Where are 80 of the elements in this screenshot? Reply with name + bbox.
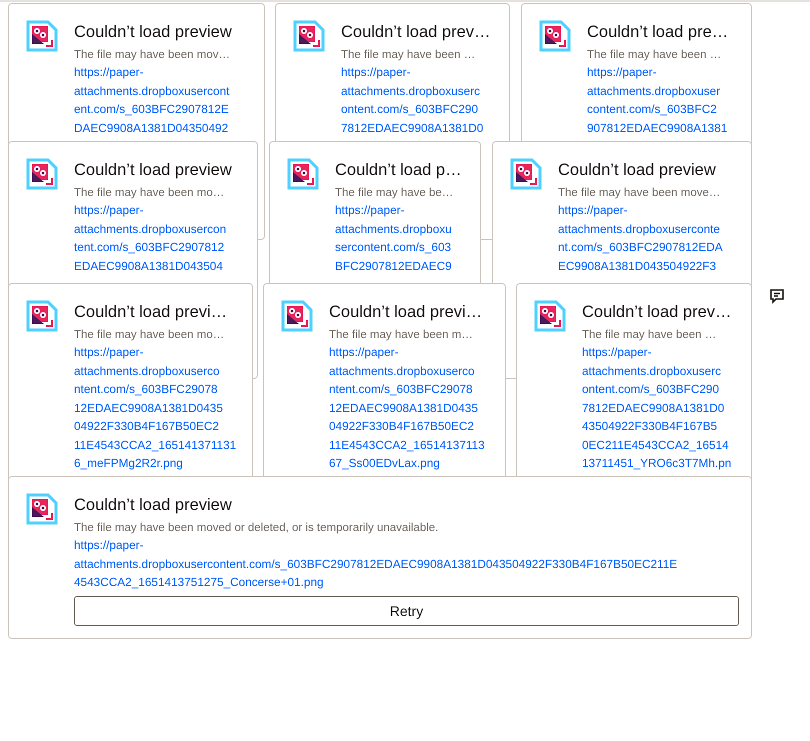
broken-file-icon <box>287 158 319 190</box>
error-message: The file may have been move… <box>558 186 722 201</box>
file-link[interactable]: 11E4543CCA2_16514137113 <box>329 436 493 454</box>
file-link[interactable]: EDAEC9908A1381D043504 <box>74 256 245 275</box>
file-link[interactable]: 4543CCA2_1651413751275_Concerse+01.png <box>74 573 739 592</box>
file-link[interactable]: attachments.dropboxu <box>335 220 468 238</box>
card-title: Couldn’t load p… <box>335 160 463 181</box>
error-message: The file may have been mo… <box>74 186 226 201</box>
card-title: Couldn’t load previ… <box>74 302 228 323</box>
file-link[interactable]: https://paper- <box>74 201 245 220</box>
file-link[interactable]: 04922F330B4F167B50EC2 <box>329 417 493 436</box>
card-title: Couldn’t load prev… <box>341 22 492 43</box>
file-link[interactable]: DAEC9908A1381D04350492 <box>74 118 252 137</box>
card-title: Couldn’t load preview <box>558 160 717 181</box>
file-link[interactable]: ontent.com/s_603BFC290 <box>582 380 739 398</box>
file-link[interactable]: 12EDAEC9908A1381D0435 <box>74 398 240 417</box>
file-link[interactable]: 67_Ss00EDvLax.png <box>329 454 493 472</box>
file-link[interactable]: attachments.dropboxuserc <box>582 362 739 380</box>
file-link[interactable]: https://paper- <box>558 201 739 220</box>
file-link[interactable]: BFC2907812EDAEC9 <box>335 256 468 275</box>
file-link[interactable]: EC9908A1381D043504922F3 <box>558 256 739 275</box>
file-link[interactable]: https://paper- <box>582 343 739 362</box>
file-link[interactable]: 907812EDAEC9908A1381 <box>587 118 739 137</box>
broken-file-icon <box>26 493 58 525</box>
broken-file-icon <box>510 158 542 190</box>
broken-file-icon <box>26 20 58 52</box>
broken-file-icon <box>26 158 58 190</box>
error-message: The file may have been … <box>582 328 718 343</box>
file-link[interactable]: sercontent.com/s_603 <box>335 238 468 256</box>
file-link[interactable]: attachments.dropboxusercon <box>74 220 245 238</box>
file-link[interactable]: tent.com/s_603BFC2907812 <box>74 238 245 256</box>
comment-icon[interactable] <box>769 288 785 304</box>
file-link[interactable]: https://paper- <box>74 343 240 362</box>
broken-file-icon <box>534 300 566 332</box>
error-message: The file may have been mo… <box>74 328 226 343</box>
file-link[interactable]: 6_meFPMg2R2r.png <box>74 454 240 472</box>
broken-file-icon <box>293 20 325 52</box>
error-message: The file may have been m… <box>329 328 474 343</box>
file-link[interactable]: 04922F330B4F167B50EC2 <box>74 417 240 436</box>
error-message: The file may have been moved or deleted, or is temporarily unavailable. <box>74 521 440 536</box>
file-link[interactable]: https://paper- <box>341 63 497 82</box>
broken-file-icon <box>281 300 313 332</box>
card-title: Couldn’t load preview <box>74 495 233 516</box>
file-link[interactable]: ntent.com/s_603BFC29078 <box>74 380 240 398</box>
error-message: The file may have be… <box>335 186 454 201</box>
file-link[interactable]: 7812EDAEC9908A1381D0 <box>341 118 497 137</box>
card-title: Couldn’t load preview <box>74 22 233 43</box>
error-message: The file may have been … <box>587 48 722 63</box>
retry-button[interactable]: Retry <box>74 596 739 626</box>
file-link[interactable]: nt.com/s_603BFC2907812EDA <box>558 238 739 256</box>
file-link[interactable]: 0EC211E4543CCA2_16514 <box>582 436 739 454</box>
broken-file-icon <box>539 20 571 52</box>
file-link[interactable]: 12EDAEC9908A1381D0435 <box>329 398 493 417</box>
card-title: Couldn’t load preview <box>74 160 233 181</box>
file-link[interactable]: attachments.dropboxusercont <box>74 82 252 100</box>
file-link[interactable]: content.com/s_603BFC2 <box>587 100 739 118</box>
file-link[interactable]: attachments.dropboxuserconte <box>558 220 739 238</box>
file-link[interactable]: 7812EDAEC9908A1381D0 <box>582 398 739 417</box>
file-link[interactable]: attachments.dropboxuser <box>587 82 739 100</box>
file-link[interactable]: 13711451_YRO6c3T7Mh.pn <box>582 454 739 472</box>
error-message: The file may have been … <box>341 48 476 63</box>
file-link[interactable]: https://paper- <box>329 343 493 362</box>
file-link[interactable]: attachments.dropboxusercontent.com/s_603BFC2907812EDAEC9908A1381D043504922F330B4F167B50EC211E <box>74 554 739 573</box>
file-link[interactable]: ontent.com/s_603BFC290 <box>341 100 497 118</box>
file-link[interactable]: 11E4543CCA2_165141371131 <box>74 436 240 454</box>
file-link[interactable]: 43504922F330B4F167B5 <box>582 417 739 436</box>
card-title: Couldn’t load pre… <box>587 22 730 43</box>
error-message: The file may have been mov… <box>74 48 231 63</box>
file-link[interactable]: attachments.dropboxuserco <box>329 362 493 380</box>
file-link[interactable]: ent.com/s_603BFC2907812E <box>74 100 252 118</box>
file-link[interactable]: attachments.dropboxuserco <box>74 362 240 380</box>
file-link[interactable]: https://paper- <box>74 536 739 554</box>
broken-file-icon <box>26 300 58 332</box>
file-link[interactable]: https://paper- <box>587 63 739 82</box>
file-link[interactable]: attachments.dropboxuserc <box>341 82 497 100</box>
file-link[interactable]: https://paper- <box>335 201 468 220</box>
file-link[interactable]: https://paper- <box>74 63 252 82</box>
card-title: Couldn’t load previ… <box>329 302 484 323</box>
card-title: Couldn’t load prev… <box>582 302 732 323</box>
file-link[interactable]: ntent.com/s_603BFC29078 <box>329 380 493 398</box>
